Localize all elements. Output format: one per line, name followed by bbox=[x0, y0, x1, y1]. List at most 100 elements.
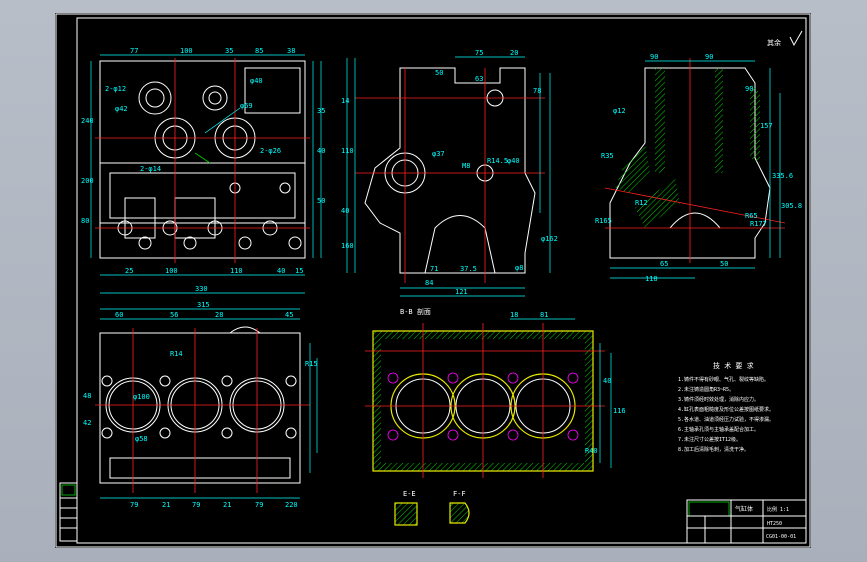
callout-fr-4: φ162 bbox=[541, 235, 558, 243]
dim-fl-left-1: 200 bbox=[81, 177, 94, 185]
dim-fl-top-0: 77 bbox=[130, 47, 138, 55]
note-line-2: 3.铸件须经时效处理，消除内应力。 bbox=[678, 396, 759, 403]
dim-sec-top-1: 81 bbox=[540, 311, 548, 319]
notes-heading: 技 术 要 求 bbox=[713, 361, 754, 370]
callout-bl-0: φ100 bbox=[133, 393, 150, 401]
callout-tr-0: φ12 bbox=[613, 107, 626, 115]
dim-tr-bot-0: 65 bbox=[660, 260, 668, 268]
detail-a-label: E-E bbox=[403, 490, 416, 498]
dim-fr-bot-0: 71 bbox=[430, 265, 438, 273]
dim-fr-left-2: 40 bbox=[341, 207, 349, 215]
dim-fl-right-1: 40 bbox=[317, 147, 325, 155]
note-line-5: 6.主轴承孔须与主轴承盖配合加工。 bbox=[678, 426, 759, 433]
note-line-1: 2.未注铸造圆角R3~R5。 bbox=[678, 386, 734, 393]
callout-tr-5: R177 bbox=[750, 220, 767, 228]
technical-notes: 技 术 要 求 1.铸件不得有砂眼、气孔、裂纹等缺陷。 2.未注铸造圆角R3~R… bbox=[678, 361, 774, 453]
dim-fr-top-1: 20 bbox=[510, 49, 518, 57]
dim-fl-bot-0: 25 bbox=[125, 267, 133, 275]
callout-fl-1: φ69 bbox=[240, 102, 253, 110]
view-front-right[interactable]: 75 20 50 63 78 71 37.5 84 121 M8 R14.5 φ… bbox=[341, 49, 558, 297]
dim-fr-bot-2: 84 bbox=[425, 279, 433, 287]
cad-canvas[interactable]: 其余 77 100 35 85 38 25 100 110 40 15 330 … bbox=[55, 13, 811, 548]
callout-bl-5: 42 bbox=[83, 419, 91, 427]
drawing-sheet[interactable]: 其余 77 100 35 85 38 25 100 110 40 15 330 … bbox=[55, 13, 811, 548]
dim-bl-bot-5: 220 bbox=[285, 501, 298, 509]
dim-tr-side-2: 305.8 bbox=[781, 202, 802, 210]
title-material: HT250 bbox=[767, 521, 782, 527]
dim-fl-right-2: 50 bbox=[317, 197, 325, 205]
dim-tr-top-1: 90 bbox=[705, 53, 713, 61]
callout-tr-4: R65 bbox=[745, 212, 758, 220]
dim-tr-bot-1: 50 bbox=[720, 260, 728, 268]
note-line-3: 4.缸孔表面粗糙度及形位公差按图纸要求。 bbox=[678, 406, 774, 413]
detail-b-label: F-F bbox=[453, 490, 466, 498]
dim-tr-top-0: 90 bbox=[650, 53, 658, 61]
callout-bl-2: φ58 bbox=[135, 435, 148, 443]
callout-fl-5: φ40 bbox=[250, 77, 263, 85]
dim-fl-top-2: 35 bbox=[225, 47, 233, 55]
dim-tr-side-0: 157 bbox=[760, 122, 773, 130]
dim-bl-top-2: 56 bbox=[170, 311, 178, 319]
dim-sec-right-2: R40 bbox=[585, 447, 598, 455]
callout-fr-0: M8 bbox=[462, 162, 470, 170]
dim-fl-top-1: 100 bbox=[180, 47, 193, 55]
dim-bl-top-3: 28 bbox=[215, 311, 223, 319]
note-line-0: 1.铸件不得有砂眼、气孔、裂纹等缺陷。 bbox=[678, 376, 769, 383]
dim-fr-left-1: 110 bbox=[341, 147, 354, 155]
callout-fl-3: 2-φ12 bbox=[105, 85, 126, 93]
dim-bl-bot-4: 79 bbox=[255, 501, 263, 509]
callout-fr-1: R14.5 bbox=[487, 157, 508, 165]
view-top-right-section[interactable]: 90 90 157 335.6 305.8 65 50 118 φ12 R35 … bbox=[595, 53, 802, 283]
dim-tr-bot-2: 118 bbox=[645, 275, 658, 283]
dim-fl-bot-2: 110 bbox=[230, 267, 243, 275]
callout-bl-3: R15 bbox=[305, 360, 318, 368]
dim-fl-left-2: 240 bbox=[81, 117, 94, 125]
dim-bl-bot-0: 79 bbox=[130, 501, 138, 509]
title-name: 气缸体 bbox=[735, 505, 753, 513]
title-drawing-no: CG01-00-01 bbox=[766, 534, 796, 540]
dim-fr-bot-1: 37.5 bbox=[460, 265, 477, 273]
note-line-4: 5.各水道、油道须经压力试验，不得渗漏。 bbox=[678, 416, 774, 423]
view-front-left[interactable]: 77 100 35 85 38 25 100 110 40 15 330 80 … bbox=[81, 47, 325, 294]
callout-fl-0: 2-φ26 bbox=[260, 147, 281, 155]
callout-fl-4: φ42 bbox=[115, 105, 128, 113]
view-section-bb[interactable]: B-B 剖面 18 81 40 116 R40 E-E F-F bbox=[365, 307, 626, 526]
dim-sec-top-0: 18 bbox=[510, 311, 518, 319]
dim-fl-top-3: 85 bbox=[255, 47, 263, 55]
dim-fl-bot-3: 40 bbox=[277, 267, 285, 275]
title-block[interactable]: 气缸体 比例 1:1 HT250 CG01-00-01 bbox=[686, 499, 807, 544]
dim-fl-bot-1: 100 bbox=[165, 267, 178, 275]
dim-bl-top-1: 60 bbox=[115, 311, 123, 319]
title-scale: 比例 1:1 bbox=[767, 506, 789, 513]
dim-fr-top-0: 75 bbox=[475, 49, 483, 57]
callout-fr-2: φ40 bbox=[507, 157, 520, 165]
dim-bl-top-0: 315 bbox=[197, 301, 210, 309]
dim-bl-bot-2: 79 bbox=[192, 501, 200, 509]
roughness-mark: 其余 bbox=[767, 30, 803, 47]
dim-fl-right-0: 35 bbox=[317, 107, 325, 115]
callout-fr-5: φ8 bbox=[515, 264, 523, 272]
dim-fl-top-4: 38 bbox=[287, 47, 295, 55]
dim-fl-left-0: 80 bbox=[81, 217, 89, 225]
callout-tr-6: 90 bbox=[745, 85, 753, 93]
dim-bl-top-4: 45 bbox=[285, 311, 293, 319]
callout-bl-1: R14 bbox=[170, 350, 183, 358]
dim-fl-overall: 330 bbox=[195, 285, 208, 293]
section-label: B-B 剖面 bbox=[400, 307, 431, 316]
svg-text:其余: 其余 bbox=[767, 38, 781, 47]
binding-strip bbox=[59, 482, 78, 542]
view-bottom-left[interactable]: 315 60 56 28 45 79 21 79 21 79 220 φ100 … bbox=[83, 301, 318, 509]
dim-fl-bot-4: 15 bbox=[295, 267, 303, 275]
dim-fr-left-3: 160 bbox=[341, 242, 354, 250]
callout-bl-4: 48 bbox=[83, 392, 91, 400]
dim-fr-top-2: 50 bbox=[435, 69, 443, 77]
dim-sec-right-1: 116 bbox=[613, 407, 626, 415]
dim-fr-left-0: 14 bbox=[341, 97, 349, 105]
callout-fr-3: φ37 bbox=[432, 150, 445, 158]
dim-fr-top-3: 63 bbox=[475, 75, 483, 83]
note-line-7: 8.加工后清除毛刺，清洗干净。 bbox=[678, 446, 749, 453]
dim-bl-bot-1: 21 bbox=[162, 501, 170, 509]
callout-tr-2: R12 bbox=[635, 199, 648, 207]
callout-fl-2: 2-φ14 bbox=[140, 165, 161, 173]
dim-fr-top-4: 78 bbox=[533, 87, 541, 95]
